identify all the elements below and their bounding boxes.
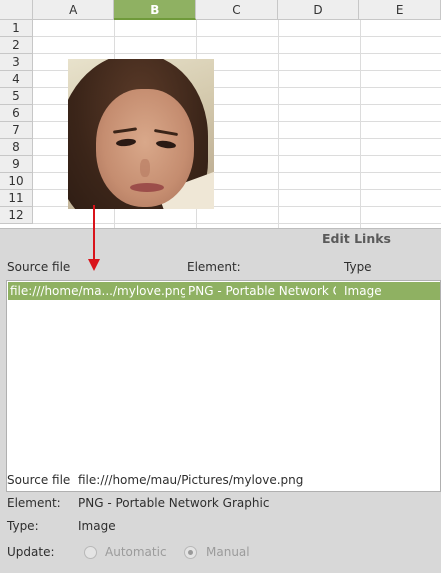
update-manual-label[interactable]: Manual: [206, 545, 250, 559]
update-automatic-radio[interactable]: [84, 546, 97, 559]
row-header[interactable]: 2: [0, 37, 33, 54]
dialog-title: Edit Links: [321, 231, 391, 246]
select-all-corner[interactable]: [0, 0, 33, 20]
row-header[interactable]: 1: [0, 20, 33, 37]
column-header-type[interactable]: Type: [344, 260, 372, 274]
link-element-cell: PNG - Portable Network Graphic: [188, 284, 336, 298]
column-header-e[interactable]: E: [359, 0, 441, 20]
row-header[interactable]: 11: [0, 190, 33, 207]
spreadsheet-area: A B C D E 1 2 3 4 5 6 7 8 9 10 11 12: [0, 0, 441, 228]
source-file-label: Source file: [7, 473, 71, 487]
row-header[interactable]: 5: [0, 88, 33, 105]
column-header-b[interactable]: B: [114, 0, 197, 20]
row-header-column: 1 2 3 4 5 6 7 8 9 10 11 12: [0, 20, 33, 224]
link-type-cell: Image: [344, 284, 382, 298]
element-label: Element:: [7, 496, 61, 510]
column-header-a[interactable]: A: [32, 0, 115, 20]
row-header[interactable]: 8: [0, 139, 33, 156]
photo-image[interactable]: [68, 59, 214, 209]
red-arrow-annotation: [88, 205, 100, 271]
column-header-d[interactable]: D: [277, 0, 360, 20]
photo-lips: [130, 183, 164, 192]
photo-nose: [140, 159, 150, 177]
row-header[interactable]: 7: [0, 122, 33, 139]
row-header[interactable]: 4: [0, 71, 33, 88]
row-header[interactable]: 9: [0, 156, 33, 173]
row-header[interactable]: 12: [0, 207, 33, 224]
element-value: PNG - Portable Network Graphic: [78, 496, 270, 510]
row-header[interactable]: 6: [0, 105, 33, 122]
column-header-element[interactable]: Element:: [187, 260, 241, 274]
row-header[interactable]: 3: [0, 54, 33, 71]
row-header[interactable]: 10: [0, 173, 33, 190]
links-list[interactable]: file:///home/ma.../mylove.png PNG - Port…: [6, 280, 441, 492]
update-label: Update:: [7, 545, 55, 559]
type-label: Type:: [7, 519, 39, 533]
column-header-c[interactable]: C: [196, 0, 278, 20]
update-automatic-label[interactable]: Automatic: [105, 545, 167, 559]
link-source-cell: file:///home/ma.../mylove.png: [10, 284, 185, 298]
edit-links-dialog: Edit Links Source file Element: Type fil…: [0, 228, 441, 573]
update-manual-radio[interactable]: [184, 546, 197, 559]
source-file-value: file:///home/mau/Pictures/mylove.png: [78, 473, 304, 487]
column-header-row: A B C D E: [0, 0, 441, 20]
type-value: Image: [78, 519, 116, 533]
column-header-source-file[interactable]: Source file: [7, 260, 70, 274]
link-row[interactable]: file:///home/ma.../mylove.png PNG - Port…: [8, 282, 440, 300]
